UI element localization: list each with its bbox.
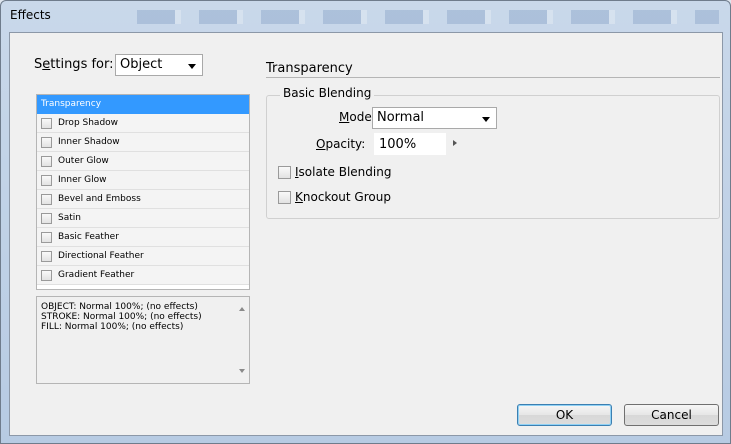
effect-item-label: Drop Shadow [58,118,119,128]
effects-dialog-window: Effects Settings for: Object Transparenc… [0,0,731,444]
effect-item-inner-shadow[interactable]: Inner Shadow [37,133,249,152]
scroll-down-icon[interactable] [239,369,245,373]
checkbox-icon[interactable] [41,155,52,167]
checkbox-icon[interactable] [41,231,52,243]
knockout-group-label: Knockout Group [295,190,391,204]
effects-summary: OBJECT: Normal 100%; (no effects) STROKE… [36,296,250,384]
dialog-body: Settings for: Object Transparency Drop Sh… [9,32,723,436]
mode-value: Normal [377,110,425,125]
effect-item-gradient-feather[interactable]: Gradient Feather [37,266,249,285]
effect-item-label: Outer Glow [58,156,109,166]
scroll-up-icon[interactable] [239,307,245,311]
opacity-input[interactable]: 100% [374,133,446,155]
effect-item-label: Gradient Feather [58,270,135,280]
effect-item-drop-shadow[interactable]: Drop Shadow [37,114,249,133]
settings-for-dropdown[interactable]: Object [115,54,203,76]
mode-dropdown[interactable]: Normal [372,107,497,129]
checkbox-icon[interactable] [41,117,52,129]
mode-label: Mode: [339,110,376,124]
effect-item-directional-feather[interactable]: Directional Feather [37,247,249,266]
opacity-value: 100% [379,137,417,152]
checkbox-icon[interactable] [41,269,52,281]
effect-item-basic-feather[interactable]: Basic Feather [37,228,249,247]
effect-item-label: Inner Glow [58,175,107,185]
effect-item-satin[interactable]: Satin [37,209,249,228]
settings-for-label: Settings for: [34,57,114,72]
effect-item-label: Bevel and Emboss [58,194,141,204]
section-divider [266,77,720,78]
knockout-group-checkbox[interactable]: Knockout Group [278,190,391,204]
effect-item-label: Inner Shadow [58,137,120,147]
title-bar-decoration [119,10,719,24]
window-title: Effects [10,8,51,22]
section-title: Transparency [266,61,353,76]
checkbox-icon[interactable] [41,193,52,205]
opacity-label: Opacity: [316,137,366,151]
chevron-down-icon [188,64,196,69]
opacity-slider-arrow-icon[interactable] [453,140,457,146]
effect-item-outer-glow[interactable]: Outer Glow [37,152,249,171]
effect-item-inner-glow[interactable]: Inner Glow [37,171,249,190]
checkbox-icon [278,190,291,204]
basic-blending-title: Basic Blending [280,86,375,100]
isolate-blending-checkbox[interactable]: Isolate Blending [278,165,391,179]
effect-item-bevel-and-emboss[interactable]: Bevel and Emboss [37,190,249,209]
effect-item-label: Transparency [41,99,102,109]
checkbox-icon[interactable] [41,250,52,262]
summary-line-object: OBJECT: Normal 100%; (no effects) [41,302,198,312]
summary-line-stroke: STROKE: Normal 100%; (no effects) [41,312,202,322]
settings-for-value: Object [120,57,163,72]
effect-item-label: Satin [58,213,81,223]
checkbox-icon [278,165,291,179]
effect-item-transparency[interactable]: Transparency [37,95,249,114]
checkbox-icon[interactable] [41,136,52,148]
cancel-button[interactable]: Cancel [624,404,719,426]
title-bar[interactable]: Effects [1,1,730,31]
isolate-blending-label: Isolate Blending [295,165,392,179]
ok-button[interactable]: OK [517,404,612,426]
effect-item-label: Basic Feather [58,232,119,242]
chevron-down-icon [482,117,490,122]
effects-list: Transparency Drop Shadow Inner Shadow Outer… [36,94,250,290]
effect-item-label: Directional Feather [58,251,144,261]
checkbox-icon[interactable] [41,174,52,186]
summary-line-fill: FILL: Normal 100%; (no effects) [41,322,184,332]
checkbox-icon[interactable] [41,212,52,224]
